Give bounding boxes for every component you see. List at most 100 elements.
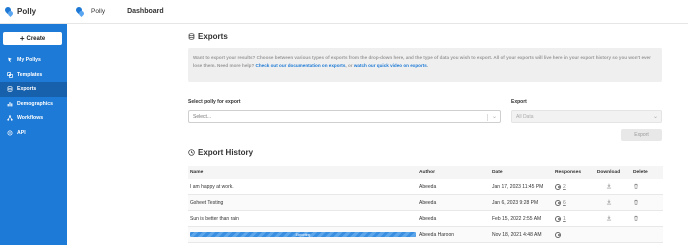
export-button[interactable]: Export (621, 129, 662, 141)
row-date: Feb 15, 2022 2:55 AM (492, 215, 542, 222)
exports-heading: Exports (188, 32, 228, 41)
workspace-icon (75, 7, 85, 17)
download-button[interactable] (590, 199, 627, 207)
main-content: Exports Want to export your results? Cho… (67, 24, 688, 245)
download-icon (606, 215, 612, 223)
sidebar-item-my-pollys[interactable]: My Pollys (0, 53, 67, 68)
table-row: Exporting Abeeda Haroon Nov 18, 2021 4:4… (188, 227, 663, 243)
row-date: Jan 6, 2023 9:28 PM (492, 199, 539, 206)
table-header: Name Author Date Responses Download Dele… (188, 166, 663, 179)
sidebar-item-label: API (17, 129, 26, 136)
sidebar-item-workflows[interactable]: Workflows (0, 111, 67, 126)
row-date: Jan 17, 2023 11:45 PM (492, 183, 544, 190)
response-count: 2 (563, 183, 566, 190)
trash-icon (633, 215, 639, 223)
app-name: Polly (17, 7, 37, 16)
create-button-label: Create (26, 35, 46, 42)
row-responses[interactable]: 2 (553, 183, 590, 190)
row-name: Sun is better than rain (190, 215, 239, 222)
workflows-icon (7, 115, 13, 121)
sidebar-item-demographics[interactable]: Demographics (0, 97, 67, 112)
delete-button[interactable] (627, 183, 663, 191)
sidebar-item-api[interactable]: API (0, 126, 67, 141)
table-row: Gsheet Testing Abeeda Jan 6, 2023 9:28 P… (188, 195, 663, 211)
create-button[interactable]: + Create (3, 32, 62, 45)
trash-icon (633, 199, 639, 207)
response-count: 6 (563, 199, 566, 206)
sidebar-item-label: My Pollys (17, 57, 41, 64)
user-icon (555, 183, 561, 190)
row-author: Abeeda (419, 199, 437, 206)
row-author: Abeeda Haroon (419, 231, 455, 238)
export-history-heading: Export History (188, 148, 253, 157)
row-name: I am happy at work. (190, 183, 234, 190)
api-icon (7, 130, 13, 136)
video-link[interactable]: watch our quick video on exports (354, 63, 427, 68)
download-icon (606, 183, 612, 191)
top-bar: Polly Polly Dashboard (0, 0, 688, 24)
export-progress-bar: Exporting (190, 232, 416, 237)
info-end-text: . (426, 62, 429, 68)
user-icon (555, 215, 561, 222)
info-mid-text: , or (345, 62, 353, 68)
app-logo[interactable]: Polly (4, 7, 71, 17)
sidebar-item-label: Templates (17, 71, 43, 78)
response-count: 1 (563, 215, 566, 222)
column-header-author: Author (419, 170, 436, 175)
row-responses[interactable] (553, 231, 590, 238)
user-icon (555, 199, 561, 206)
column-header-download: Download (596, 170, 621, 175)
export-type-value: All Data (516, 113, 534, 120)
templates-icon (7, 71, 13, 78)
trash-icon (633, 183, 639, 191)
row-responses[interactable]: 1 (553, 215, 590, 222)
export-history-table: Name Author Date Responses Download Dele… (188, 166, 663, 243)
delete-button[interactable] (627, 215, 663, 223)
sidebar-item-templates[interactable]: Templates (0, 68, 67, 83)
demographics-icon (7, 101, 13, 107)
exports-icon (7, 86, 13, 92)
exports-info-box: Want to export your results? Choose betw… (188, 48, 662, 82)
chevron-down-icon: ⌄ (652, 114, 658, 120)
database-icon (188, 33, 195, 40)
user-icon (555, 231, 561, 238)
workspace-name: Polly (91, 8, 106, 15)
export-history-title: Export History (198, 148, 254, 157)
documentation-link[interactable]: Check out our documentation on exports (256, 63, 346, 68)
chevron-down-icon: ⌄ (491, 114, 497, 120)
table-body: I am happy at work. Abeeda Jan 17, 2023 … (188, 179, 663, 243)
download-button[interactable] (590, 183, 627, 191)
progress-label: Exporting (295, 232, 311, 237)
row-progress-cell: Exporting (188, 232, 417, 237)
dashboard-link[interactable]: Dashboard (127, 8, 164, 15)
select-separator (487, 114, 488, 121)
polly-select[interactable]: Select... ⌄ (188, 110, 501, 123)
download-icon (606, 199, 612, 207)
sidebar-item-label: Exports (17, 86, 37, 93)
workspace-switcher[interactable]: Polly (75, 7, 105, 17)
table-row: Sun is better than rain Abeeda Feb 15, 2… (188, 211, 663, 227)
download-button[interactable] (590, 215, 627, 223)
column-header-date: Date (492, 170, 503, 175)
row-name: Gsheet Testing (190, 199, 224, 206)
row-author: Abeeda (419, 215, 437, 222)
column-header-responses: Responses (555, 170, 582, 175)
column-header-name: Name (190, 170, 204, 175)
plus-icon: + (19, 33, 25, 43)
row-date: Nov 18, 2021 4:48 AM (492, 231, 542, 238)
row-responses[interactable]: 6 (553, 199, 590, 206)
column-header-delete: Delete (633, 170, 648, 175)
table-row: I am happy at work. Abeeda Jan 17, 2023 … (188, 179, 663, 195)
sidebar-item-label: Demographics (17, 100, 54, 107)
history-icon (188, 149, 195, 156)
export-type-label: Export (511, 99, 527, 105)
export-type-select[interactable]: All Data ⌄ (511, 110, 662, 123)
sidebar: + Create My Pollys Templates Exports Dem… (0, 24, 67, 245)
sidebar-item-label: Workflows (17, 115, 44, 122)
exports-title: Exports (198, 32, 228, 41)
delete-button[interactable] (627, 199, 663, 207)
select-polly-label: Select polly for export (188, 99, 241, 105)
polly-logo-icon (4, 7, 14, 17)
sidebar-item-exports[interactable]: Exports (0, 82, 67, 97)
sidebar-nav: My Pollys Templates Exports Demographics… (0, 53, 67, 140)
